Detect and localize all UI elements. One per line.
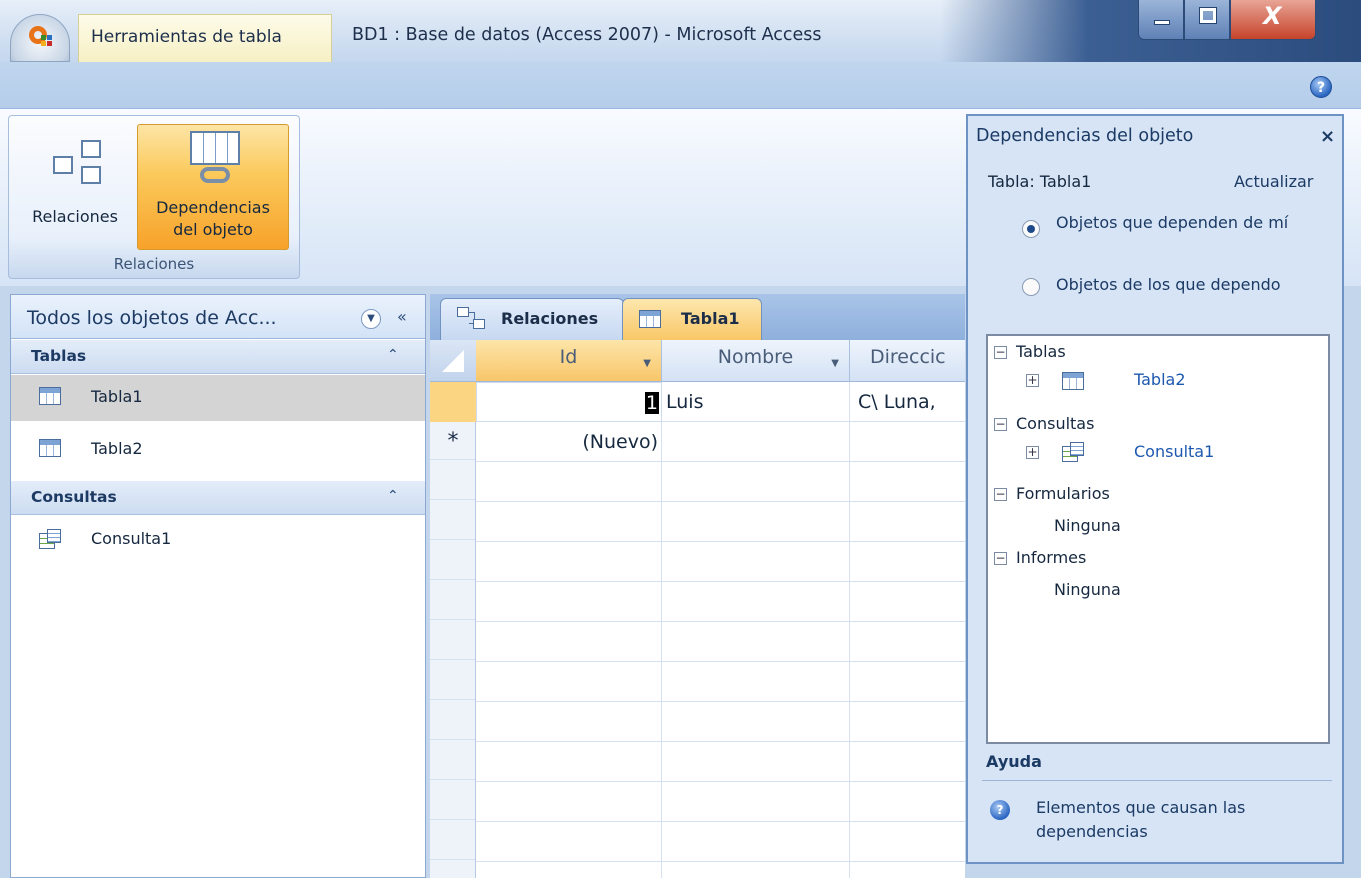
- chevron-up-icon[interactable]: ⌃: [387, 488, 399, 504]
- window-title: BD1 : Base de datos (Access 2007) - Micr…: [352, 25, 822, 45]
- dependencies-tree: − Tablas + Tabla2 − Consultas + Consulta…: [986, 334, 1330, 744]
- object-dependencies-icon: [186, 131, 244, 187]
- tree-node-informes-none: Ninguna: [1054, 580, 1121, 599]
- column-header-label: Direccic: [870, 346, 946, 368]
- restore-icon: [1199, 7, 1217, 24]
- title-bar: Herramientas de tabla BD1 : Base de dato…: [0, 0, 1361, 62]
- cell-new-record[interactable]: (Nuevo): [476, 422, 662, 462]
- relaciones-button[interactable]: Relaciones: [15, 124, 135, 250]
- nav-item-label: Consulta1: [91, 529, 172, 548]
- help-section-title: Ayuda: [986, 752, 1042, 771]
- dependencias-label-line1: Dependencias: [156, 198, 270, 217]
- nav-section-title: Tablas: [31, 347, 87, 365]
- table-icon: [39, 439, 61, 457]
- column-header-id[interactable]: Id ▼: [476, 340, 662, 382]
- query-icon: [39, 529, 61, 549]
- table-icon: [39, 387, 61, 405]
- chevron-down-icon[interactable]: ▼: [361, 309, 381, 329]
- radio-label-i-depend-on[interactable]: Objetos de los que dependo: [1056, 274, 1326, 296]
- new-record-marker[interactable]: *: [430, 422, 476, 462]
- navigation-pane-title: Todos los objetos de Acc...: [27, 307, 277, 329]
- tab-relaciones[interactable]: Relaciones: [440, 298, 624, 340]
- chevron-down-icon[interactable]: ▼: [831, 358, 839, 369]
- cell-id[interactable]: 1: [476, 382, 662, 422]
- relaciones-button-label: Relaciones: [32, 207, 118, 226]
- help-icon[interactable]: ?: [1310, 76, 1332, 98]
- column-header-label: Nombre: [717, 346, 794, 368]
- tab-label: Tabla1: [681, 309, 740, 328]
- help-divider: [982, 780, 1332, 781]
- column-header-nombre[interactable]: Nombre ▼: [662, 340, 850, 382]
- help-link-dependencies[interactable]: Elementos que causan las dependencias: [1036, 796, 1326, 844]
- cell-nombre[interactable]: Luis: [666, 382, 703, 422]
- ribbon-group-relaciones: Relaciones Dependencias del objeto Relac…: [8, 115, 300, 279]
- help-icon[interactable]: ?: [990, 800, 1010, 820]
- tree-node-formularios-none: Ninguna: [1054, 516, 1121, 535]
- collapse-icon[interactable]: −: [994, 418, 1007, 431]
- relationships-icon: [53, 140, 103, 190]
- radio-label-depend-on-me[interactable]: Objetos que dependen de mí: [1056, 212, 1326, 234]
- collapse-pane-icon[interactable]: «: [397, 307, 407, 326]
- collapse-icon[interactable]: −: [994, 346, 1007, 359]
- nav-item-label: Tabla2: [91, 439, 143, 458]
- nav-item-consulta1[interactable]: Consulta1: [11, 517, 425, 563]
- close-icon[interactable]: ×: [1320, 126, 1335, 147]
- tree-node-formularios[interactable]: Formularios: [1016, 484, 1110, 503]
- dependencias-label-line2: del objeto: [173, 220, 253, 239]
- minimize-icon: [1154, 20, 1170, 25]
- nav-item-tabla2[interactable]: Tabla2: [11, 427, 425, 473]
- tab-label: Relaciones: [501, 309, 599, 328]
- ribbon-group-label: Relaciones: [113, 255, 195, 273]
- close-icon: X: [1263, 2, 1282, 30]
- expand-icon[interactable]: +: [1026, 446, 1039, 459]
- cell-id-value: 1: [644, 392, 659, 414]
- cell-direccion[interactable]: C\ Luna,: [858, 382, 936, 422]
- column-header-direccion[interactable]: Direccic: [850, 340, 965, 382]
- query-icon: [1062, 442, 1084, 462]
- dependencias-del-objeto-button[interactable]: Dependencias del objeto: [137, 124, 289, 250]
- refresh-link[interactable]: Actualizar: [1234, 172, 1313, 191]
- nav-item-label: Tabla1: [91, 387, 143, 406]
- dependencies-pane-title: Dependencias del objeto: [976, 126, 1194, 146]
- nav-section-consultas[interactable]: Consultas ⌃: [11, 481, 425, 515]
- office-button[interactable]: [10, 14, 70, 62]
- column-header-label: Id: [559, 346, 578, 368]
- restore-button[interactable]: [1184, 0, 1230, 40]
- table-icon: [639, 310, 661, 328]
- chevron-up-icon[interactable]: ⌃: [387, 347, 399, 363]
- select-all-button[interactable]: [430, 340, 476, 382]
- tree-node-informes[interactable]: Informes: [1016, 548, 1086, 567]
- nav-section-tablas[interactable]: Tablas ⌃: [11, 340, 425, 374]
- radio-objects-i-depend-on[interactable]: [1022, 278, 1040, 296]
- nav-section-title: Consultas: [31, 488, 117, 506]
- document-tabs: Relaciones Tabla1: [430, 294, 965, 340]
- nav-item-tabla1[interactable]: Tabla1: [11, 375, 425, 421]
- minimize-button[interactable]: [1138, 0, 1184, 40]
- office-logo-icon: [29, 24, 53, 46]
- context-tab-label: Herramientas de tabla: [91, 27, 282, 47]
- document-area: Relaciones Tabla1 * Id ▼ Nombre ▼ Direcc…: [430, 294, 965, 878]
- chevron-down-icon[interactable]: ▼: [643, 358, 651, 369]
- radio-objects-depend-on-me[interactable]: [1022, 220, 1040, 238]
- tree-node-tablas[interactable]: Tablas: [1016, 342, 1066, 361]
- expand-icon[interactable]: +: [1026, 374, 1039, 387]
- record-selector-current[interactable]: [430, 382, 476, 422]
- datasheet-grid: * Id ▼ Nombre ▼ Direccic 1 Luis C\ Luna,…: [430, 340, 965, 878]
- relationships-icon: [457, 307, 485, 331]
- object-dependencies-pane: Dependencias del objeto × Tabla: Tabla1 …: [966, 114, 1344, 864]
- tree-link-tabla2[interactable]: Tabla2: [1134, 370, 1186, 389]
- navigation-pane-header[interactable]: Todos los objetos de Acc... ▼ «: [11, 295, 425, 339]
- tree-link-consulta1[interactable]: Consulta1: [1134, 442, 1214, 461]
- collapse-icon[interactable]: −: [994, 552, 1007, 565]
- collapse-icon[interactable]: −: [994, 488, 1007, 501]
- table-icon: [1062, 372, 1084, 390]
- context-tab-table-tools[interactable]: Herramientas de tabla: [78, 14, 332, 62]
- tab-tabla1[interactable]: Tabla1: [622, 298, 762, 340]
- close-window-button[interactable]: X: [1230, 0, 1316, 40]
- navigation-pane: Todos los objetos de Acc... ▼ « Tablas ⌃…: [10, 294, 426, 878]
- tree-node-consultas[interactable]: Consultas: [1016, 414, 1094, 433]
- dependencies-object-name: Tabla: Tabla1: [988, 172, 1092, 191]
- ribbon-tab-strip: [0, 62, 1361, 108]
